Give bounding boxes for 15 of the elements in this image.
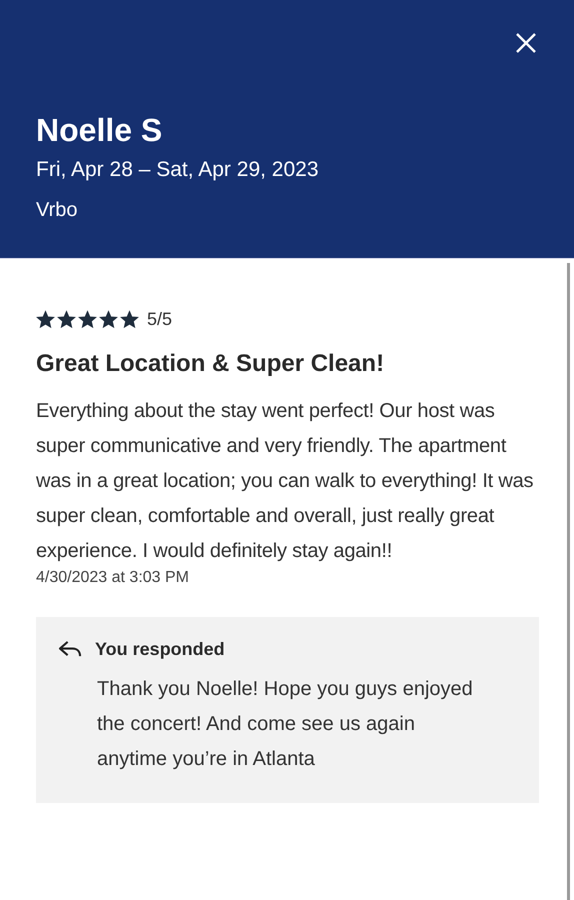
star-icon (78, 310, 97, 329)
close-icon (515, 32, 537, 54)
review-title: Great Location & Super Clean! (36, 350, 386, 378)
reviewer-name: Noelle S (36, 111, 162, 150)
response-text: Thank you Noelle! Hope you guys enjoyed the concert! And come see us again anytime you’re in Atlanta (97, 677, 474, 772)
response-label: You responded (95, 639, 225, 660)
stay-dates: Fri, Apr 28 – Sat, Apr 29, 2023 (36, 157, 319, 183)
star-icon (99, 310, 118, 329)
star-icon (36, 310, 55, 329)
review-timestamp: 4/30/2023 at 3:03 PM (36, 569, 190, 587)
booking-source: Vrbo (36, 198, 78, 223)
review-text: Everything about the stay went perfect! Our host was super communicative and very friendly. The apartment was in a great location; you can walk to everything! It was super clean, comfortable and overall, just really great experience. I would definitely stay again!! (36, 399, 534, 564)
star-icon (120, 310, 139, 329)
rating-text: 5/5 (147, 309, 172, 330)
star-icon (57, 310, 76, 329)
